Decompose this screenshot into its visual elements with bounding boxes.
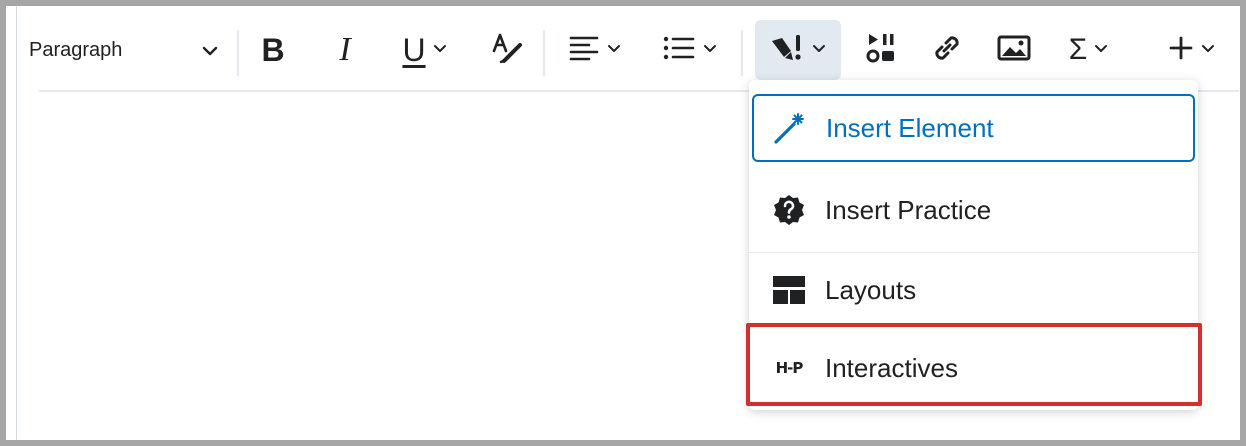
h5p-logo-icon: H-P: [769, 348, 809, 388]
align-left-icon: [568, 34, 600, 67]
italic-icon: I: [339, 31, 351, 68]
chevron-down-icon: [432, 40, 448, 61]
media-icon: [864, 31, 898, 70]
menu-item-insert-practice[interactable]: Insert Practice: [749, 172, 1198, 248]
bold-button[interactable]: B: [249, 20, 297, 80]
menu-item-label: Layouts: [825, 274, 917, 305]
menu-item-insert-element[interactable]: Insert Element: [752, 94, 1195, 162]
insert-dropdown-menu: Insert Element Insert Practice Layouts H…: [749, 80, 1198, 410]
menu-item-label: Interactives: [825, 352, 958, 383]
toolbar-separator: [237, 30, 239, 76]
more-actions-button[interactable]: [1153, 20, 1231, 80]
bulleted-list-icon: [662, 34, 696, 67]
chevron-down-icon: [702, 40, 718, 61]
question-badge-icon: [769, 190, 809, 230]
insert-stuff-button[interactable]: [755, 20, 841, 80]
toolbar-separator: [543, 30, 545, 76]
spellcheck-icon: [490, 31, 524, 70]
menu-item-layouts[interactable]: Layouts: [749, 252, 1198, 328]
underline-icon: U: [402, 31, 426, 68]
italic-button[interactable]: I: [323, 20, 367, 80]
align-button[interactable]: [557, 20, 633, 80]
menu-item-label: Insert Element: [826, 112, 994, 143]
screenshot-frame: Paragraph B I U Σ Insert Element Insert …: [6, 6, 1240, 440]
format-dropdown[interactable]: Paragraph: [29, 20, 227, 80]
h5p-logo-text: H-P: [775, 359, 804, 377]
spellcheck-button[interactable]: [483, 20, 531, 80]
editor-toolbar: Paragraph B I U Σ: [17, 20, 1240, 80]
image-icon: [997, 33, 1031, 68]
image-button[interactable]: [987, 20, 1041, 80]
insert-stuff-icon: [769, 31, 805, 70]
editor-content-area[interactable]: [39, 102, 739, 432]
bold-icon: B: [261, 31, 285, 68]
toolbar-separator: [741, 30, 743, 76]
underline-button[interactable]: U: [389, 20, 461, 80]
menu-item-interactives[interactable]: H-P Interactives: [749, 330, 1198, 406]
link-icon: [930, 31, 964, 70]
menu-item-label: Insert Practice: [825, 194, 992, 225]
chevron-down-icon: [1200, 40, 1216, 61]
layout-icon: [769, 270, 809, 310]
equation-button[interactable]: Σ: [1051, 20, 1127, 80]
format-dropdown-label: Paragraph: [29, 38, 123, 61]
chevron-down-icon: [606, 40, 622, 61]
list-button[interactable]: [651, 20, 729, 80]
media-button[interactable]: [855, 20, 907, 80]
chevron-down-icon: [1093, 40, 1109, 61]
plus-icon: [1168, 35, 1194, 66]
chevron-down-icon: [199, 40, 221, 67]
chevron-down-icon: [811, 40, 827, 61]
sigma-icon: Σ: [1068, 33, 1088, 66]
link-button[interactable]: [921, 20, 973, 80]
magic-wand-icon: [770, 108, 810, 148]
